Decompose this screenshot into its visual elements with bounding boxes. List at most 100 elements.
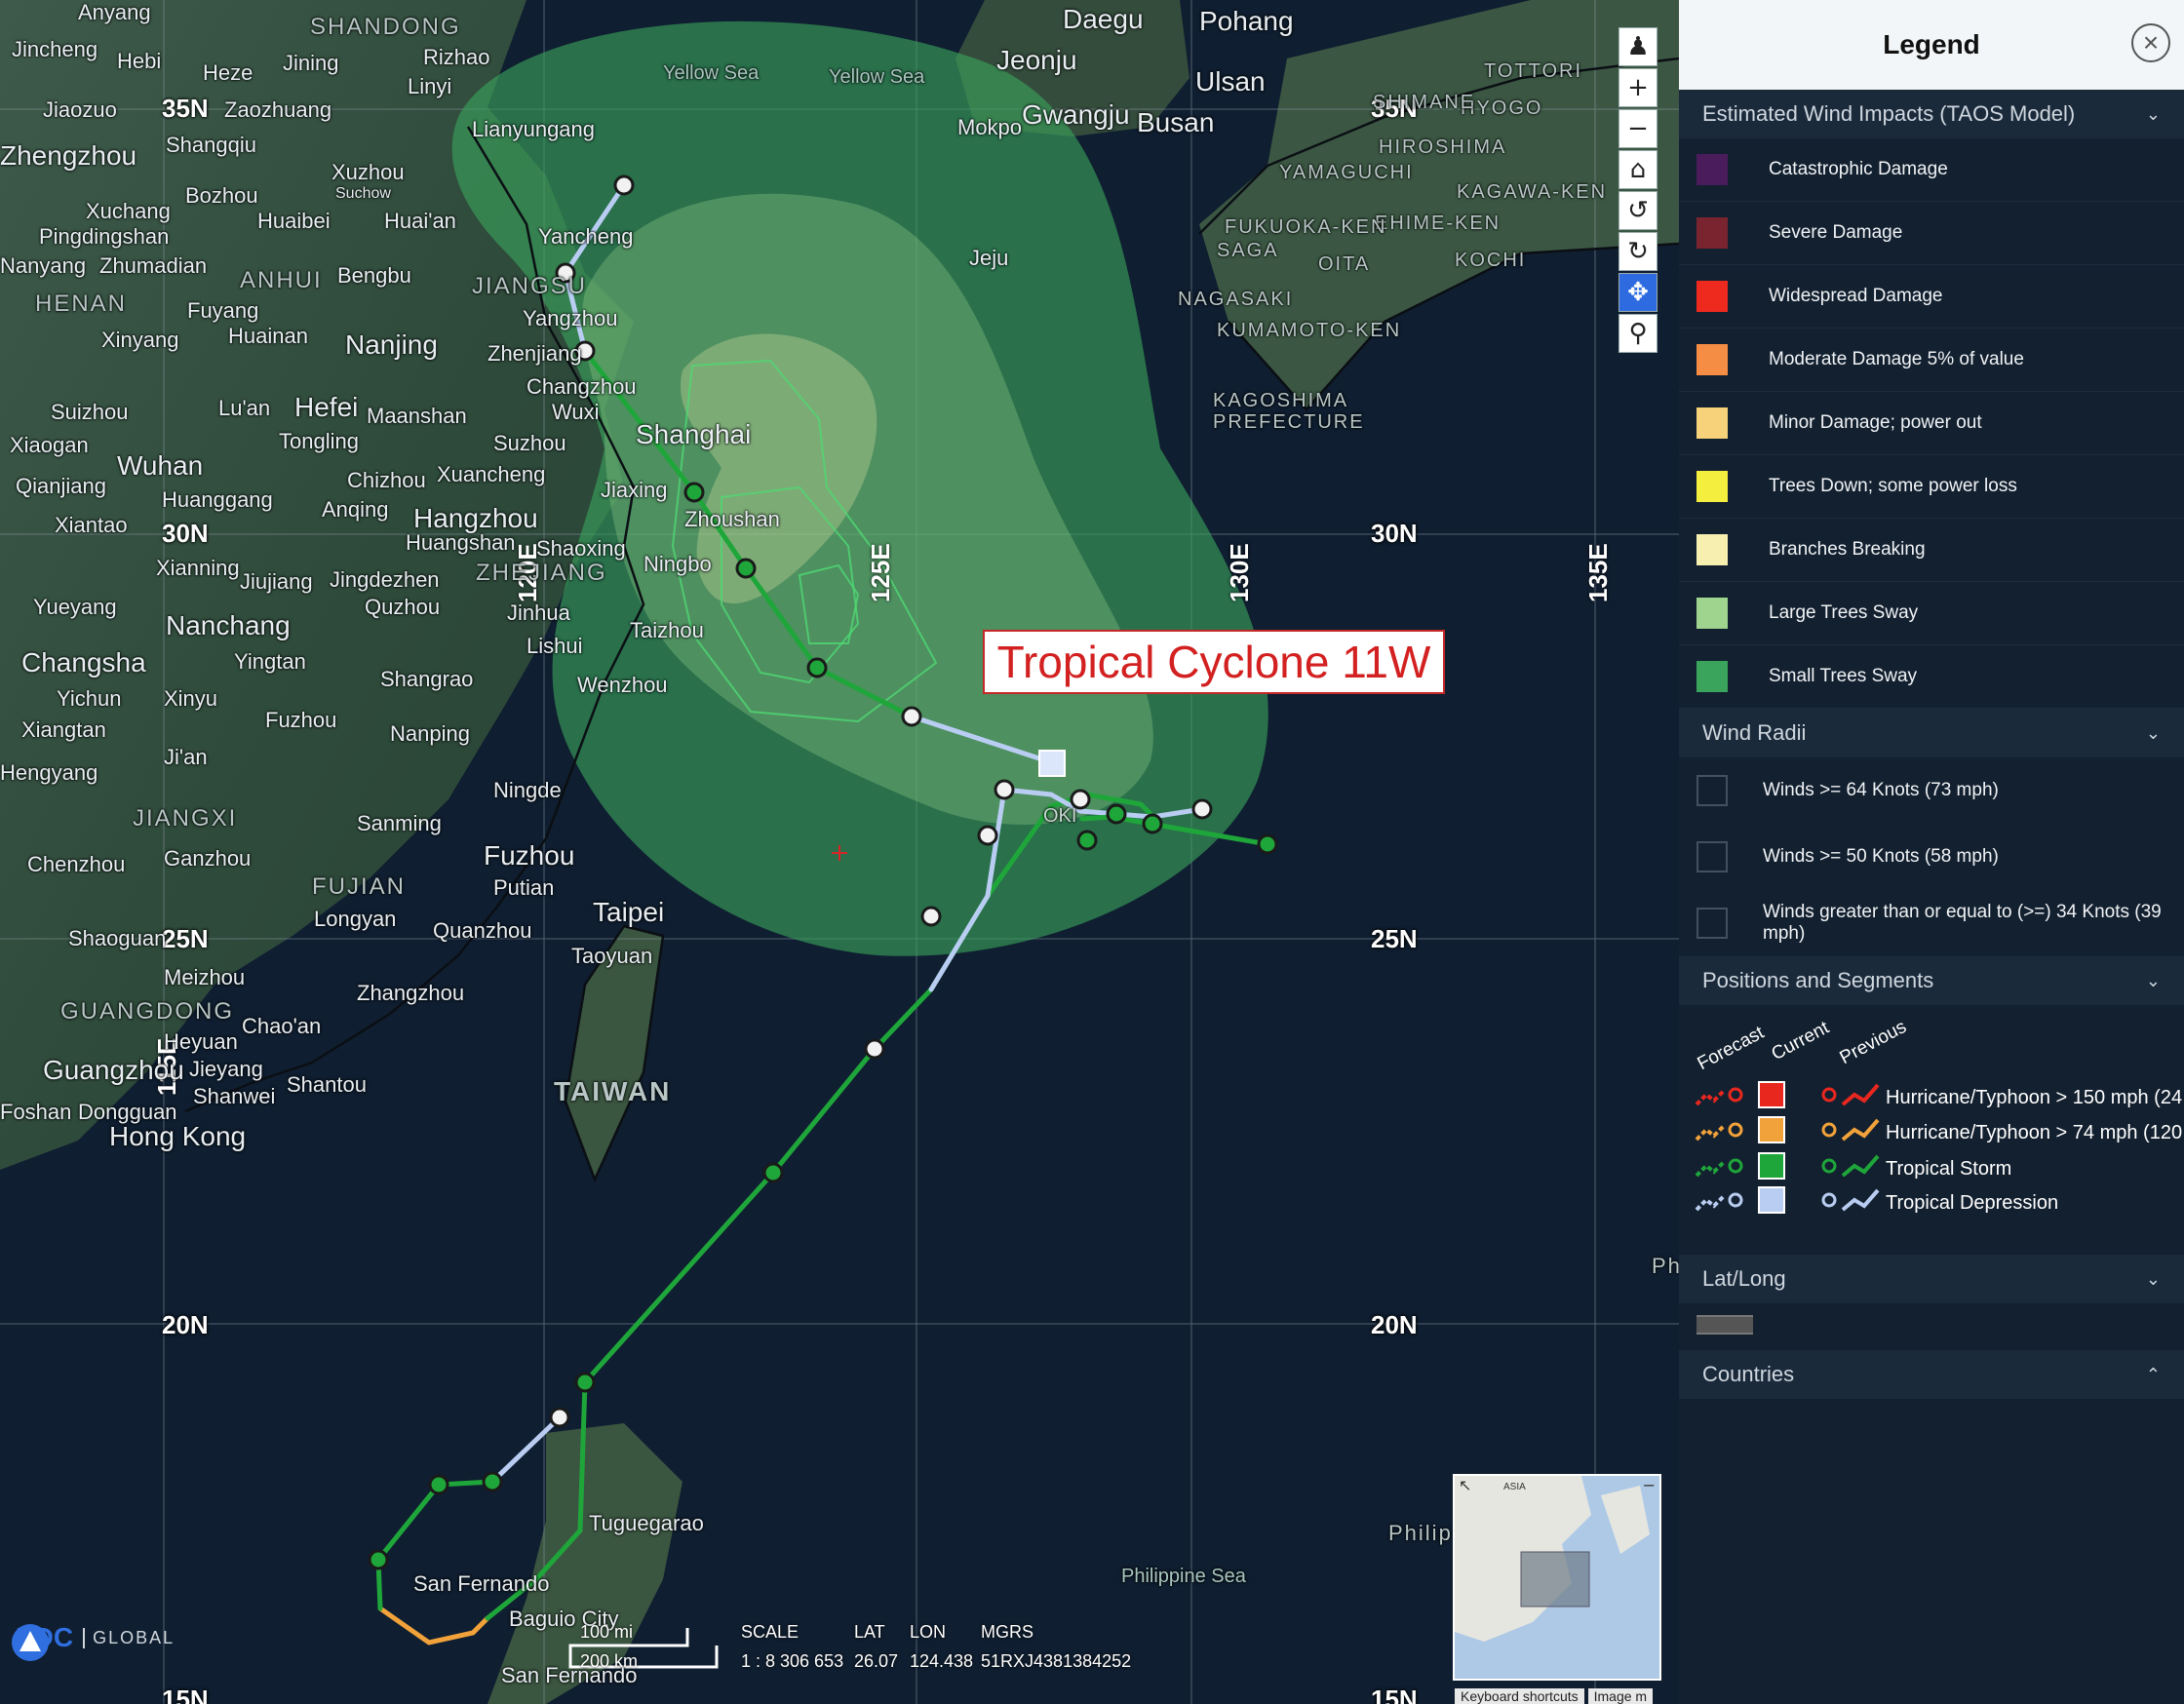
legend-row: Widespread Damage [1679, 265, 2184, 329]
rotate-left-icon[interactable]: ↺ [1618, 191, 1658, 230]
position-marker [574, 1372, 596, 1393]
positions-symbols [1695, 1081, 1880, 1214]
lon-readout-label: LON [910, 1622, 947, 1642]
collapse-inset-icon[interactable]: − [1643, 1476, 1656, 1494]
place-label: Tongling [279, 429, 359, 453]
place-label: Anqing [322, 497, 389, 522]
imagery-link[interactable]: Image m [1587, 1688, 1654, 1704]
overview-inset-map[interactable]: ASIA ↖ − [1453, 1474, 1661, 1681]
storm-type-label: Hurricane/Typhoon > 74 mph (120 [1886, 1122, 2183, 1143]
chevron-down-icon[interactable]: ⌄ [2146, 1269, 2161, 1290]
place-label: Jeonju [996, 45, 1077, 75]
close-icon[interactable]: × [2131, 23, 2170, 62]
section-wind-radii[interactable]: Wind Radii ⌄ [1679, 709, 2184, 757]
place-label: Hong Kong [109, 1121, 247, 1151]
legend-label: Widespread Damage [1769, 286, 1943, 306]
scale-bar-top-label: 100 mi [580, 1622, 634, 1642]
zoom-box-icon[interactable]: ⚲ [1618, 314, 1658, 353]
place-label: Yingtan [234, 649, 306, 674]
region-label: ANHUI [240, 267, 323, 293]
place-label: Ji'an [164, 745, 208, 769]
place-label: Yangzhou [523, 306, 618, 330]
position-marker [901, 706, 922, 727]
place-label: Ulsan [1195, 66, 1266, 97]
legend-label: Severe Damage [1769, 222, 1903, 243]
map-view[interactable]: 35N 30N 25N 20N 15N 35N 30N 25N 20N 15N … [0, 0, 1679, 1704]
current-position [1758, 1116, 1785, 1143]
keyboard-shortcuts-link[interactable]: Keyboard shortcuts [1455, 1688, 1584, 1704]
pdc-logo-icon [12, 1624, 49, 1661]
zoom-out-icon[interactable]: − [1618, 109, 1658, 148]
mgrs-readout-value: 51RXJ4381384252 [981, 1651, 1132, 1671]
scale-bar-bottom-label: 200 km [580, 1651, 639, 1671]
place-label: Xiantao [55, 513, 128, 537]
place-label: Chenzhou [27, 852, 126, 876]
lat-label-20n-east: 20N [1371, 1310, 1418, 1339]
storm-type-label: Hurricane/Typhoon > 150 mph (24 [1886, 1087, 2183, 1108]
inset-map-canvas [1455, 1476, 1659, 1679]
legend-row: Moderate Damage 5% of value [1679, 329, 2184, 392]
wind-radius-label: Winds greater than or equal to (>=) 34 K… [1763, 902, 2162, 944]
place-label: Nanchang [166, 610, 291, 640]
place-label: Zhengzhou [0, 140, 137, 171]
place-label: Gwangju [1022, 99, 1130, 130]
chevron-down-icon[interactable]: ⌄ [2146, 971, 2161, 991]
place-label: Jincheng [12, 37, 98, 61]
position-marker [1142, 813, 1163, 834]
place-label: Busan [1137, 107, 1215, 137]
zoom-in-icon[interactable]: + [1618, 68, 1658, 107]
place-label: Daegu [1063, 4, 1144, 34]
section-positions[interactable]: Positions and Segments ⌄ [1679, 956, 2184, 1005]
region-label: EHIME-KEN [1375, 213, 1502, 234]
section-latlong[interactable]: Lat/Long ⌄ [1679, 1255, 2184, 1303]
positions-legend: Forecast Current Previous Hurricane/Typh… [1679, 1005, 2184, 1255]
legend-swatch [1696, 154, 1728, 185]
region-label: HIROSHIMA [1379, 136, 1507, 158]
region-label: HENAN [35, 290, 128, 317]
current-position [1758, 1081, 1785, 1108]
expand-inset-icon[interactable]: ↖ [1459, 1476, 1471, 1494]
place-label: Longyan [314, 907, 397, 931]
rotate-right-icon[interactable]: ↻ [1618, 232, 1658, 271]
legend-swatch [1696, 281, 1728, 312]
place-label: Shangqiu [166, 133, 256, 157]
storm-name-label[interactable]: Tropical Cyclone 11W [983, 630, 1445, 694]
region-label: FUKUOKA-KEN [1225, 216, 1387, 238]
chevron-down-icon[interactable]: ⌄ [2146, 723, 2161, 744]
lat-label-25n: 25N [162, 924, 209, 953]
place-label: Shaoxing [536, 536, 626, 561]
section-countries[interactable]: Countries ⌃ [1679, 1350, 2184, 1399]
home-icon[interactable]: ⌂ [1618, 150, 1658, 189]
forecast-position [1728, 1192, 1743, 1208]
section-title: Lat/Long [1702, 1266, 1786, 1291]
region-label: SHANDONG [310, 14, 461, 40]
place-label: Changsha [21, 647, 146, 678]
legend-swatch [1696, 598, 1728, 629]
street-view-icon[interactable]: ♟ [1618, 27, 1658, 66]
storm-type-symbols [1695, 1152, 1880, 1180]
legend-label: Branches Breaking [1769, 539, 1926, 560]
map-canvas [0, 0, 1679, 1704]
legend-row: Large Trees Sway [1679, 582, 2184, 645]
previous-segment [1841, 1083, 1880, 1106]
place-label: Shangrao [380, 667, 474, 691]
legend-row: Trees Down; some power loss [1679, 455, 2184, 519]
place-label: Quanzhou [433, 918, 532, 943]
region-label: FUJIAN [312, 873, 406, 900]
current-position [1758, 1152, 1785, 1180]
legend-label: Moderate Damage 5% of value [1769, 349, 2024, 369]
place-label: Fuzhou [484, 840, 575, 871]
place-label: Jiujiang [240, 569, 313, 594]
region-label: Philip [1388, 1521, 1453, 1545]
chevron-down-icon[interactable]: ⌄ [2146, 104, 2161, 125]
section-wind-impacts[interactable]: Estimated Wind Impacts (TAOS Model) ⌄ [1679, 90, 2184, 138]
chevron-up-icon[interactable]: ⌃ [2146, 1365, 2161, 1385]
place-label: Linyi [408, 74, 452, 98]
forecast-segment [1695, 1089, 1726, 1106]
lat-readout-label: LAT [854, 1622, 885, 1642]
place-label: Huaibei [257, 209, 331, 233]
place-label: Jeju [969, 246, 1009, 270]
place-label: Yichun [57, 686, 122, 711]
region-label: KOCHI [1455, 250, 1527, 271]
pan-icon[interactable]: ✥ [1618, 273, 1658, 312]
